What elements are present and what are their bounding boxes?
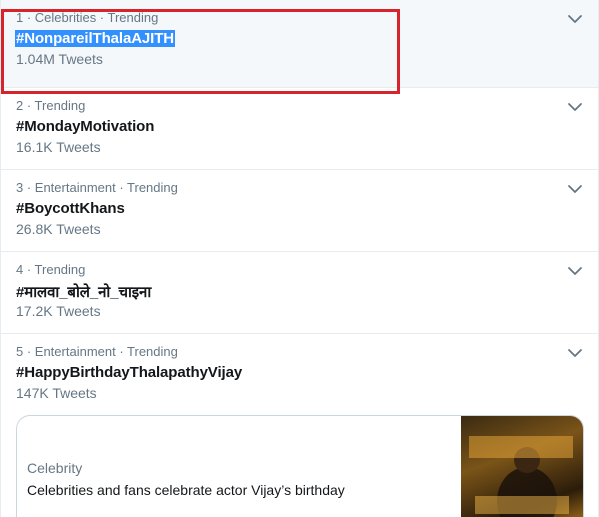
card-category: Celebrity (27, 460, 83, 476)
card-thumbnail (461, 416, 583, 517)
trend-item-4[interactable]: 4 · Trending #मालवा_बोले_नो_चाइना 17.2K … (1, 252, 598, 334)
trend-tweet-count: 26.8K Tweets (16, 221, 101, 237)
chevron-down-icon[interactable] (566, 12, 584, 26)
trend-item-3[interactable]: 3 · Entertainment · Trending #BoycottKha… (1, 170, 598, 252)
trend-meta: 3 · Entertainment · Trending (16, 180, 178, 195)
trend-meta: 1 · Celebrities · Trending (16, 10, 159, 25)
trend-name[interactable]: #मालवा_बोले_नो_चाइना (16, 282, 151, 302)
trend-item-2[interactable]: 2 · Trending #MondayMotivation 16.1K Twe… (1, 88, 598, 170)
card-title: Celebrities and fans celebrate actor Vij… (27, 482, 345, 498)
chevron-down-icon[interactable] (566, 100, 584, 114)
trends-list: 1 · Celebrities · Trending #NonpareilTha… (0, 0, 599, 517)
chevron-down-icon[interactable] (566, 182, 584, 196)
trend-news-card[interactable]: Celebrity Celebrities and fans celebrate… (16, 415, 584, 517)
trend-name[interactable]: #BoycottKhans (16, 200, 125, 217)
trend-meta: 2 · Trending (16, 98, 86, 113)
trend-tweet-count: 147K Tweets (16, 385, 97, 401)
trend-item-1[interactable]: 1 · Celebrities · Trending #NonpareilTha… (1, 0, 598, 88)
trend-tweet-count: 16.1K Tweets (16, 139, 101, 155)
chevron-down-icon[interactable] (566, 346, 584, 360)
trend-name[interactable]: #HappyBirthdayThalapathyVijay (16, 364, 242, 381)
trend-meta: 4 · Trending (16, 262, 86, 277)
trend-tweet-count: 17.2K Tweets (16, 303, 101, 319)
chevron-down-icon[interactable] (566, 264, 584, 278)
trend-name[interactable]: #NonpareilThalaAJITH (15, 30, 176, 47)
trend-name[interactable]: #MondayMotivation (16, 118, 154, 135)
trend-tweet-count: 1.04M Tweets (16, 51, 103, 67)
trend-meta: 5 · Entertainment · Trending (16, 344, 178, 359)
